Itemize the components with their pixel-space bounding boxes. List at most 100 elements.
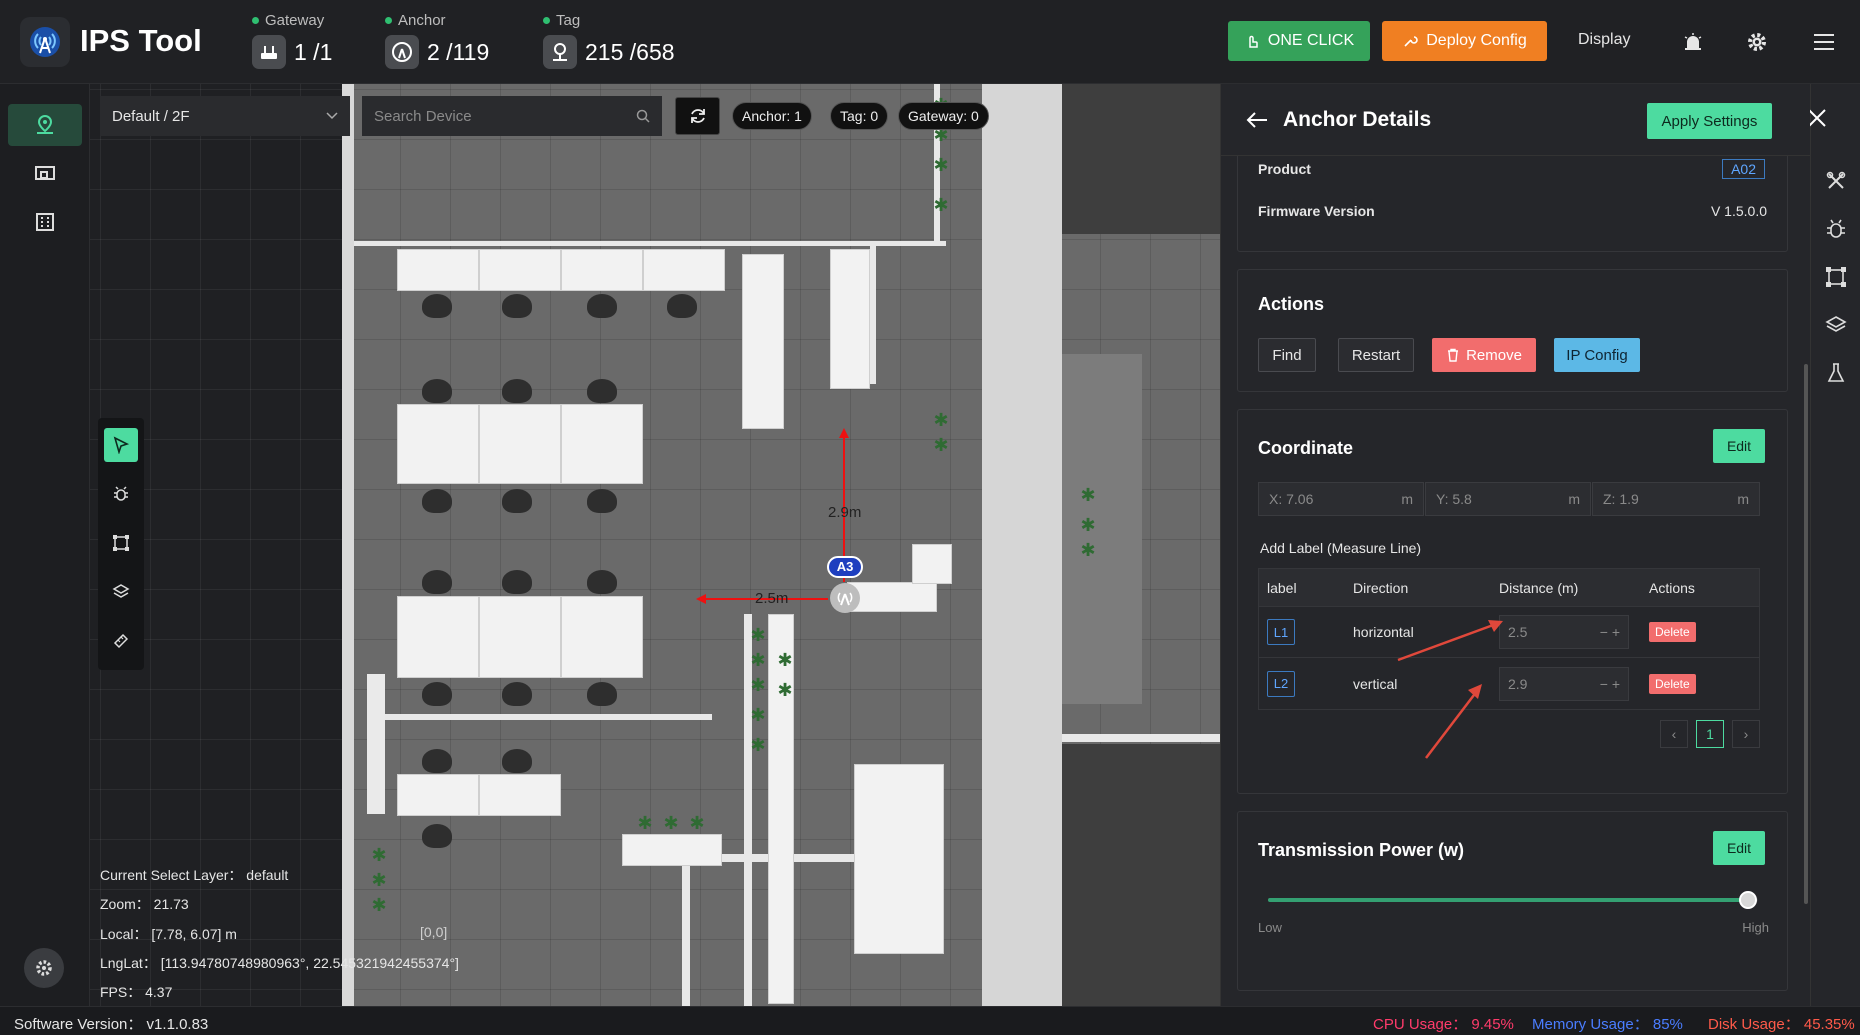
- anchor-stat: Anchor 2 /119: [385, 12, 489, 69]
- select-tool[interactable]: [104, 428, 138, 462]
- delete-row-button[interactable]: Delete: [1649, 673, 1696, 694]
- product-value: A02: [1722, 159, 1765, 179]
- y-coordinate-unit: m: [1568, 491, 1580, 507]
- delete-row-button[interactable]: Delete: [1649, 622, 1696, 642]
- tag-count-pill[interactable]: Tag: 0: [830, 102, 889, 130]
- settings-icon: [36, 960, 52, 976]
- panel-header: Anchor Details Apply Settings: [1221, 84, 1810, 156]
- fps-info: FPS： 4.37: [100, 984, 173, 1000]
- column-header-label: label: [1267, 579, 1297, 596]
- x-coordinate-value: X: 7.06: [1269, 491, 1314, 507]
- next-page-button[interactable]: ›: [1732, 720, 1760, 748]
- nav-devices[interactable]: [8, 153, 82, 195]
- layers-tool[interactable]: [104, 575, 138, 609]
- x-coordinate-field[interactable]: X: 7.06 m: [1258, 482, 1424, 516]
- product-key: Product: [1258, 161, 1311, 177]
- row-label-chip[interactable]: L2: [1267, 670, 1295, 697]
- coordinate-edit-button[interactable]: Edit: [1713, 429, 1765, 463]
- settings-button[interactable]: [24, 948, 64, 988]
- ip-config-button[interactable]: IP Config: [1554, 338, 1640, 372]
- tools-icon: [1826, 171, 1846, 189]
- floor-select-value: Default / 2F: [112, 107, 190, 125]
- ruler-tool[interactable]: [104, 624, 138, 658]
- chevron-down-icon: [326, 112, 338, 120]
- top-bar: IPS Tool Gateway 1 /1 Anchor 2 /119 Tag …: [0, 0, 1860, 84]
- power-edit-button[interactable]: Edit: [1713, 831, 1765, 865]
- menu-icon[interactable]: [1808, 26, 1840, 58]
- app-logo: [20, 17, 70, 67]
- debug-button[interactable]: [1821, 214, 1851, 244]
- restart-button[interactable]: Restart: [1338, 338, 1414, 372]
- zoom-info: Zoom： 21.73: [100, 896, 189, 912]
- gear-icon[interactable]: [1741, 26, 1773, 58]
- gateway-count-pill[interactable]: Gateway: 0: [898, 102, 989, 130]
- stepper-controls[interactable]: − +: [1600, 676, 1620, 692]
- back-button[interactable]: [1243, 106, 1271, 134]
- layers-icon: [1825, 316, 1847, 332]
- anchor-marker-icon[interactable]: [830, 583, 860, 613]
- area-button[interactable]: [1821, 262, 1851, 292]
- transmission-power-card: Transmission Power (w) Edit Low High: [1237, 811, 1788, 991]
- refresh-button[interactable]: [675, 97, 720, 135]
- cursor-icon: [113, 436, 130, 454]
- apply-settings-button[interactable]: Apply Settings: [1647, 103, 1772, 139]
- alarm-icon[interactable]: [1677, 26, 1709, 58]
- y-coordinate-field[interactable]: Y: 5.8 m: [1425, 482, 1591, 516]
- power-slider-thumb[interactable]: [1739, 891, 1757, 909]
- lnglat-info: LngLat： [113.94780748980963°, 22.5453219…: [100, 955, 459, 971]
- hand-icon: [1249, 35, 1258, 48]
- actions-title: Actions: [1258, 294, 1325, 314]
- tag-stat-label: Tag: [543, 12, 675, 29]
- origin-marker: [0,0]: [420, 924, 448, 940]
- gateway-stat-value: 1 /1: [294, 38, 333, 65]
- layers-icon: [112, 584, 130, 598]
- z-coordinate-value: Z: 1.9: [1603, 491, 1639, 507]
- z-coordinate-field[interactable]: Z: 1.9 m: [1592, 482, 1760, 516]
- area-select-icon: [1826, 267, 1846, 287]
- floor-select[interactable]: Default / 2F: [100, 96, 350, 136]
- tag-stat: Tag 215 /658: [543, 12, 675, 69]
- anchor-stat-label: Anchor: [385, 12, 489, 29]
- prev-page-button[interactable]: ‹: [1660, 720, 1688, 748]
- floor-map[interactable]: ✱✱✱✱ ✱✱ ✱✱✱✱✱ ✱✱ ✱✱✱ ✱✱✱ ✱✱✱ 2.9m 2.5m A…: [90, 84, 1220, 1006]
- tools-button[interactable]: [1821, 166, 1851, 196]
- stepper-controls[interactable]: − +: [1600, 624, 1620, 640]
- one-click-button[interactable]: ONE CLICK: [1228, 21, 1370, 61]
- measure-label-vertical: 2.9m: [828, 504, 862, 521]
- row-label-chip[interactable]: L1: [1267, 619, 1295, 645]
- panel-scrollbar[interactable]: [1804, 364, 1808, 904]
- layers-button[interactable]: [1821, 310, 1851, 340]
- flask-icon: [1827, 363, 1845, 382]
- display-menu[interactable]: Display: [1578, 31, 1630, 49]
- map-pin-icon: [37, 114, 53, 134]
- anchor-count-pill[interactable]: Anchor: 1: [732, 102, 812, 130]
- refresh-icon: [690, 109, 705, 123]
- device-search[interactable]: [362, 96, 662, 136]
- search-input[interactable]: [374, 107, 614, 125]
- building-icon: [36, 213, 54, 231]
- wrench-icon: [1404, 36, 1419, 47]
- measure-label-horizontal: 2.5m: [755, 590, 789, 607]
- devices-icon: [35, 166, 55, 180]
- current-page[interactable]: 1: [1696, 720, 1724, 748]
- area-tool[interactable]: [104, 526, 138, 560]
- anchor-marker-label[interactable]: A3: [827, 556, 863, 578]
- arrow-left-icon: [1246, 112, 1267, 128]
- deploy-config-button[interactable]: Deploy Config: [1382, 21, 1547, 61]
- nav-map[interactable]: [8, 104, 82, 146]
- transmission-power-title: Transmission Power (w): [1258, 840, 1465, 860]
- cpu-usage: CPU Usage： 9.45%: [1373, 1016, 1514, 1033]
- power-high-label: High: [1742, 920, 1769, 935]
- search-icon: [636, 109, 650, 123]
- remove-button[interactable]: Remove: [1432, 338, 1536, 372]
- lab-button[interactable]: [1821, 358, 1851, 388]
- nav-buildings[interactable]: [8, 201, 82, 243]
- bug-icon: [114, 486, 128, 501]
- find-button[interactable]: Find: [1258, 338, 1316, 372]
- power-low-label: Low: [1258, 920, 1282, 935]
- gateway-stat: Gateway 1 /1: [252, 12, 332, 69]
- power-slider[interactable]: [1268, 891, 1758, 909]
- trash-icon: [1448, 348, 1459, 362]
- y-coordinate-value: Y: 5.8: [1436, 491, 1472, 507]
- debug-tool[interactable]: [104, 477, 138, 511]
